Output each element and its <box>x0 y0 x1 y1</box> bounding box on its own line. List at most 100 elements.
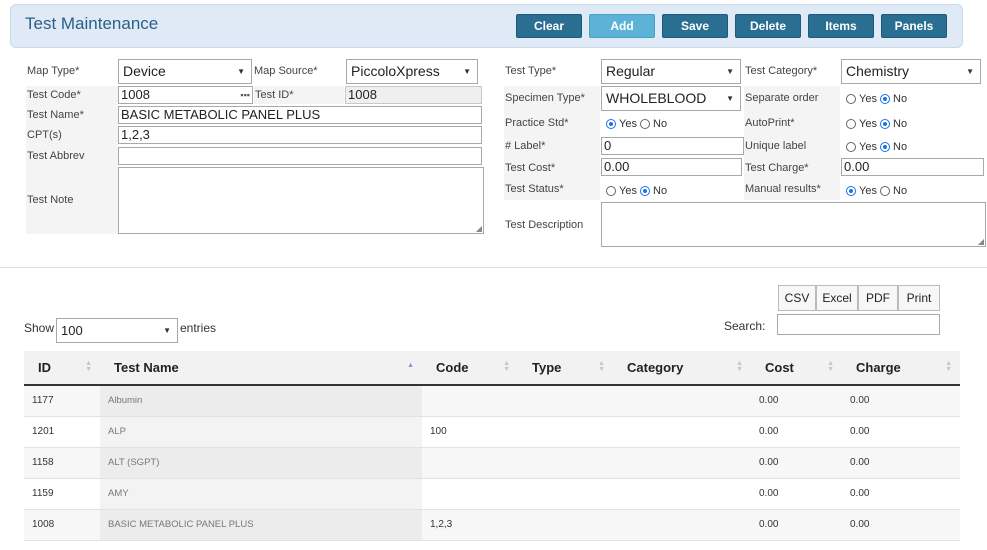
page-title: Test Maintenance <box>25 14 159 33</box>
search-input[interactable] <box>777 314 940 335</box>
column-label: Code <box>436 360 469 375</box>
test-type-label: Test Type* <box>505 65 557 77</box>
cell-cost: 0.00 <box>751 385 842 417</box>
map-type-value: Device <box>123 63 166 79</box>
cpt-input[interactable]: 1,2,3 <box>118 126 482 144</box>
radio-icon <box>880 186 891 196</box>
manual-results-no[interactable]: No <box>880 185 907 197</box>
autoprint-label: AutoPrint* <box>745 117 795 129</box>
sort-icon: ▲ ▼ <box>85 360 92 373</box>
column-header-id[interactable]: ID ▲ ▼ <box>24 351 100 386</box>
specimen-type-select[interactable]: WHOLEBLOOD ▼ <box>601 86 741 111</box>
test-category-label: Test Category* <box>745 65 818 77</box>
radio-checked-icon <box>880 94 891 104</box>
cell-test-name: BASIC METABOLIC PANEL PLUS <box>100 509 422 541</box>
add-button[interactable]: Add <box>589 14 655 38</box>
test-status-no[interactable]: No <box>640 185 667 197</box>
radio-label: Yes <box>859 93 877 105</box>
radio-label: No <box>893 93 908 105</box>
column-label: Cost <box>765 360 794 375</box>
practice-std-no[interactable]: No <box>640 118 667 130</box>
column-header-charge[interactable]: Charge ▲ ▼ <box>842 351 960 386</box>
cell-code <box>422 478 518 510</box>
save-button[interactable]: Save <box>662 14 728 38</box>
test-category-select[interactable]: Chemistry ▼ <box>841 59 981 84</box>
test-name-input[interactable]: BASIC METABOLIC PANEL PLUS <box>118 106 482 124</box>
table-row[interactable]: 1201 ALP 100 0.00 0.00 <box>24 416 960 448</box>
num-label-input[interactable]: 0 <box>601 137 744 155</box>
cell-category <box>613 509 751 541</box>
separate-order-yes[interactable]: Yes <box>846 93 877 105</box>
cell-charge: 0.00 <box>842 509 960 541</box>
radio-icon <box>606 186 616 196</box>
excel-button[interactable]: Excel <box>816 285 858 311</box>
manual-results-yes[interactable]: Yes <box>846 185 877 197</box>
table-row[interactable]: 1177 Albumin 0.00 0.00 <box>24 385 960 417</box>
test-status-yes[interactable]: Yes <box>606 185 637 197</box>
test-abbrev-label: Test Abbrev <box>27 150 85 162</box>
cell-test-name: Albumin <box>100 385 422 417</box>
test-charge-input[interactable]: 0.00 <box>841 158 984 176</box>
delete-button[interactable]: Delete <box>735 14 801 38</box>
test-cost-input[interactable]: 0.00 <box>601 158 742 176</box>
cell-cost: 0.00 <box>751 416 842 448</box>
radio-checked-icon <box>640 186 651 196</box>
resize-grip-icon[interactable]: ◢ <box>978 237 984 246</box>
section-divider <box>0 267 987 268</box>
autoprint-yes[interactable]: Yes <box>846 118 877 130</box>
pdf-button[interactable]: PDF <box>858 285 898 311</box>
table-row[interactable]: 1008 BASIC METABOLIC PANEL PLUS 1,2,3 0.… <box>24 509 960 541</box>
search-label: Search: <box>724 319 766 333</box>
csv-button[interactable]: CSV <box>778 285 816 311</box>
test-name-label: Test Name* <box>27 109 84 121</box>
table-header-row: ID ▲ ▼ Test Name ▲ Code ▲ ▼ Type ▲ ▼ Category ▲ ▼… <box>24 351 960 386</box>
radio-checked-icon <box>880 119 891 129</box>
cell-charge: 0.00 <box>842 416 960 448</box>
practice-std-radios: Yes No <box>606 117 667 131</box>
radio-label: No <box>653 185 668 197</box>
unique-label-no[interactable]: No <box>880 141 907 153</box>
map-source-select[interactable]: PiccoloXpress ▼ <box>346 59 478 84</box>
radio-checked-icon <box>880 142 891 152</box>
unique-label-yes[interactable]: Yes <box>846 141 877 153</box>
column-label: ID <box>38 360 51 375</box>
chevron-down-icon: ▼ <box>726 94 734 103</box>
panels-button[interactable]: Panels <box>881 14 947 38</box>
test-code-input[interactable]: 1008 ▪▪▪ <box>118 86 253 104</box>
unique-label-label: Unique label <box>745 140 807 152</box>
manual-results-radios: Yes No <box>846 184 907 198</box>
sort-icon: ▲ ▼ <box>598 360 605 373</box>
map-type-select[interactable]: Device ▼ <box>118 59 252 84</box>
clear-button[interactable]: Clear <box>516 14 582 38</box>
test-note-textarea[interactable]: ◢ <box>118 167 484 234</box>
radio-label: Yes <box>859 141 877 153</box>
print-button[interactable]: Print <box>898 285 940 311</box>
cell-id: 1201 <box>24 416 100 448</box>
unique-label-radios: Yes No <box>846 140 907 154</box>
table-row[interactable]: 1158 ALT (SGPT) 0.00 0.00 <box>24 447 960 479</box>
test-type-select[interactable]: Regular ▼ <box>601 59 741 84</box>
practice-std-yes[interactable]: Yes <box>606 118 637 130</box>
ellipsis-icon[interactable]: ▪▪▪ <box>240 87 250 103</box>
test-code-label: Test Code* <box>27 89 81 101</box>
show-label: Show <box>24 321 55 335</box>
column-header-cost[interactable]: Cost ▲ ▼ <box>751 351 842 386</box>
test-category-value: Chemistry <box>846 63 910 79</box>
separate-order-no[interactable]: No <box>880 93 907 105</box>
table-row[interactable]: 1159 AMY 0.00 0.00 <box>24 478 960 510</box>
test-description-textarea[interactable]: ◢ <box>601 202 986 247</box>
cell-charge: 0.00 <box>842 447 960 479</box>
column-header-type[interactable]: Type ▲ ▼ <box>518 351 613 386</box>
cpt-label: CPT(s) <box>27 129 62 141</box>
radio-icon <box>846 142 856 152</box>
items-button[interactable]: Items <box>808 14 874 38</box>
page-size-select[interactable]: 100 ▼ <box>56 318 178 343</box>
column-header-test-name[interactable]: Test Name ▲ <box>100 351 422 386</box>
autoprint-no[interactable]: No <box>880 118 907 130</box>
resize-grip-icon[interactable]: ◢ <box>476 224 482 233</box>
cell-category <box>613 478 751 510</box>
column-header-code[interactable]: Code ▲ ▼ <box>422 351 518 386</box>
column-header-category[interactable]: Category ▲ ▼ <box>613 351 751 386</box>
cell-id: 1008 <box>24 509 100 541</box>
test-abbrev-input[interactable] <box>118 147 482 165</box>
